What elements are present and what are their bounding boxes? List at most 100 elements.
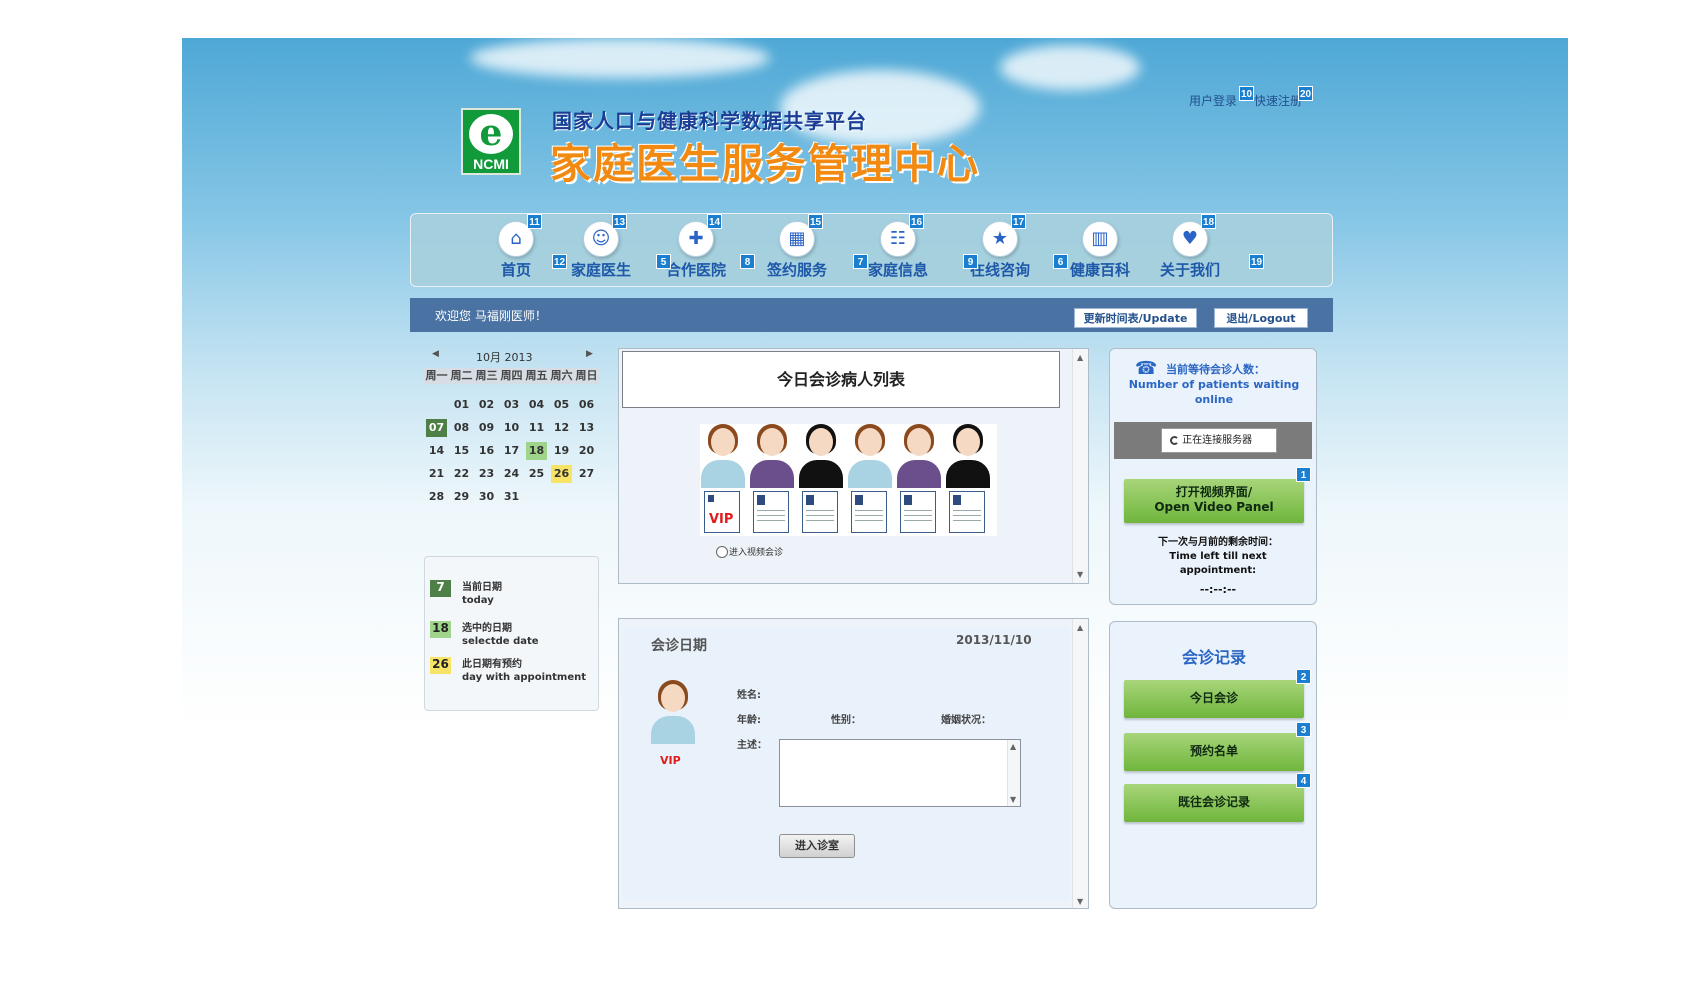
- calendar-day[interactable]: 26: [551, 465, 572, 483]
- patient-thumbnail[interactable]: [750, 424, 794, 488]
- patient-card[interactable]: [802, 491, 838, 533]
- enter-room-button[interactable]: 进入诊室: [779, 834, 855, 858]
- calendar-day[interactable]: 21: [426, 465, 447, 483]
- patient-card[interactable]: [753, 491, 789, 533]
- calendar-day[interactable]: 10: [501, 419, 522, 437]
- calendar-day[interactable]: 05: [551, 396, 572, 414]
- records-button-0[interactable]: 今日会诊: [1124, 680, 1304, 718]
- calendar-day[interactable]: 23: [476, 465, 497, 483]
- badge: 5: [656, 254, 671, 269]
- next-month-button[interactable]: ▶: [586, 349, 593, 359]
- line: [806, 515, 834, 516]
- nav-item-0[interactable]: ⌂ 首页: [476, 221, 556, 280]
- calendar-day[interactable]: 06: [576, 396, 597, 414]
- calendar-day[interactable]: 04: [526, 396, 547, 414]
- register-link[interactable]: 快速注册: [1254, 92, 1302, 109]
- scroll-down-icon[interactable]: ▼: [1010, 795, 1016, 804]
- line: [953, 515, 981, 516]
- line: [855, 520, 883, 521]
- calendar-day[interactable]: 30: [476, 488, 497, 506]
- calendar-day[interactable]: 03: [501, 396, 522, 414]
- line: [953, 520, 981, 521]
- calendar-day[interactable]: 11: [526, 419, 547, 437]
- patient-thumbnail[interactable]: [848, 424, 892, 488]
- patient-card[interactable]: [949, 491, 985, 533]
- weekday-label: 周一: [424, 368, 449, 384]
- calendar-day[interactable]: 13: [576, 419, 597, 437]
- scroll-down-icon[interactable]: ▼: [1077, 897, 1083, 906]
- logo-e-icon: e: [469, 114, 513, 154]
- patient-card[interactable]: [900, 491, 936, 533]
- calendar-day[interactable]: 02: [476, 396, 497, 414]
- scroll-up-icon[interactable]: ▲: [1077, 623, 1083, 632]
- calendar-day[interactable]: 24: [501, 465, 522, 483]
- calendar-week: 21 22 23 24 25 26 27: [424, 463, 600, 486]
- face: [907, 428, 931, 456]
- connecting-box: 正在连接服务器: [1161, 428, 1277, 453]
- patient-thumbnail[interactable]: [946, 424, 990, 488]
- calendar-day[interactable]: 12: [551, 419, 572, 437]
- calendar-day[interactable]: 09: [476, 419, 497, 437]
- calendar-day[interactable]: 15: [451, 442, 472, 460]
- patient-thumbnail[interactable]: [897, 424, 941, 488]
- calendar-day[interactable]: 20: [576, 442, 597, 460]
- scroll-up-icon[interactable]: ▲: [1077, 353, 1083, 362]
- scroll-up-icon[interactable]: ▲: [1010, 742, 1016, 751]
- calendar-day[interactable]: 16: [476, 442, 497, 460]
- patient-card[interactable]: [851, 491, 887, 533]
- badge: 13: [612, 214, 627, 229]
- video-consult-radio[interactable]: [716, 546, 728, 558]
- scrollbar[interactable]: ▲ ▼: [1072, 619, 1088, 908]
- nav-item-3[interactable]: ▦ 签约服务: [757, 221, 837, 280]
- patient-thumbnails: VIP: [700, 424, 997, 536]
- textarea-scrollbar[interactable]: ▲ ▼: [1007, 740, 1020, 806]
- nav-label: 首页: [500, 261, 531, 279]
- calendar-day[interactable]: 31: [501, 488, 522, 506]
- calendar-day[interactable]: 08: [451, 419, 472, 437]
- nav-item-5[interactable]: ★ 在线咨询: [960, 221, 1040, 280]
- calendar-day[interactable]: 22: [451, 465, 472, 483]
- logo-text: NCMI: [473, 156, 509, 172]
- nav-item-1[interactable]: ☺ 家庭医生: [561, 221, 641, 280]
- name-label: 姓名:: [737, 690, 761, 701]
- complaint-textarea[interactable]: ▲ ▼: [779, 739, 1021, 807]
- calendar-day[interactable]: 25: [526, 465, 547, 483]
- scrollbar[interactable]: ▲ ▼: [1072, 349, 1088, 583]
- calendar-day[interactable]: 07: [426, 419, 447, 437]
- patient-thumbnail[interactable]: [701, 424, 745, 488]
- line: [855, 515, 883, 516]
- calendar-empty: [426, 396, 447, 414]
- records-button-2[interactable]: 既往会诊记录: [1124, 784, 1304, 822]
- calendar-day[interactable]: 14: [426, 442, 447, 460]
- badge: 10: [1239, 86, 1254, 101]
- open-video-panel-button[interactable]: 打开视频界面/ Open Video Panel: [1124, 479, 1304, 523]
- patient-thumbnail[interactable]: [799, 424, 843, 488]
- photo-thumb: [806, 495, 814, 505]
- login-link[interactable]: 用户登录: [1189, 92, 1237, 109]
- logout-button[interactable]: 退出/Logout: [1214, 308, 1308, 328]
- nav-label: 健康百科: [1069, 261, 1130, 279]
- nav-item-7[interactable]: ♥ 关于我们: [1150, 221, 1230, 280]
- calendar-day[interactable]: 29: [451, 488, 472, 506]
- calendar-day[interactable]: 19: [551, 442, 572, 460]
- calendar-day[interactable]: 18: [526, 442, 547, 460]
- scroll-down-icon[interactable]: ▼: [1077, 570, 1083, 579]
- cloud: [470, 38, 770, 78]
- shoulders: [897, 460, 941, 488]
- line: [904, 510, 932, 511]
- calendar-day[interactable]: 27: [576, 465, 597, 483]
- calendar-day[interactable]: 28: [426, 488, 447, 506]
- patient-card[interactable]: VIP: [704, 491, 740, 533]
- badge: 15: [808, 214, 823, 229]
- update-schedule-button[interactable]: 更新时间表/Update: [1074, 308, 1197, 328]
- calendar-day[interactable]: 17: [501, 442, 522, 460]
- ncmi-logo: e NCMI: [461, 108, 521, 175]
- legend-swatch: 7: [430, 580, 451, 597]
- records-button-1[interactable]: 预约名单: [1124, 733, 1304, 771]
- prev-month-button[interactable]: ◀: [432, 349, 439, 359]
- nav-item-6[interactable]: ▥ 健康百科: [1060, 221, 1140, 280]
- gender-label: 性别：: [831, 715, 861, 726]
- calendar-day[interactable]: 01: [451, 396, 472, 414]
- nav-item-4[interactable]: ☷ 家庭信息: [858, 221, 938, 280]
- nav-item-2[interactable]: ✚ 合作医院: [656, 221, 736, 280]
